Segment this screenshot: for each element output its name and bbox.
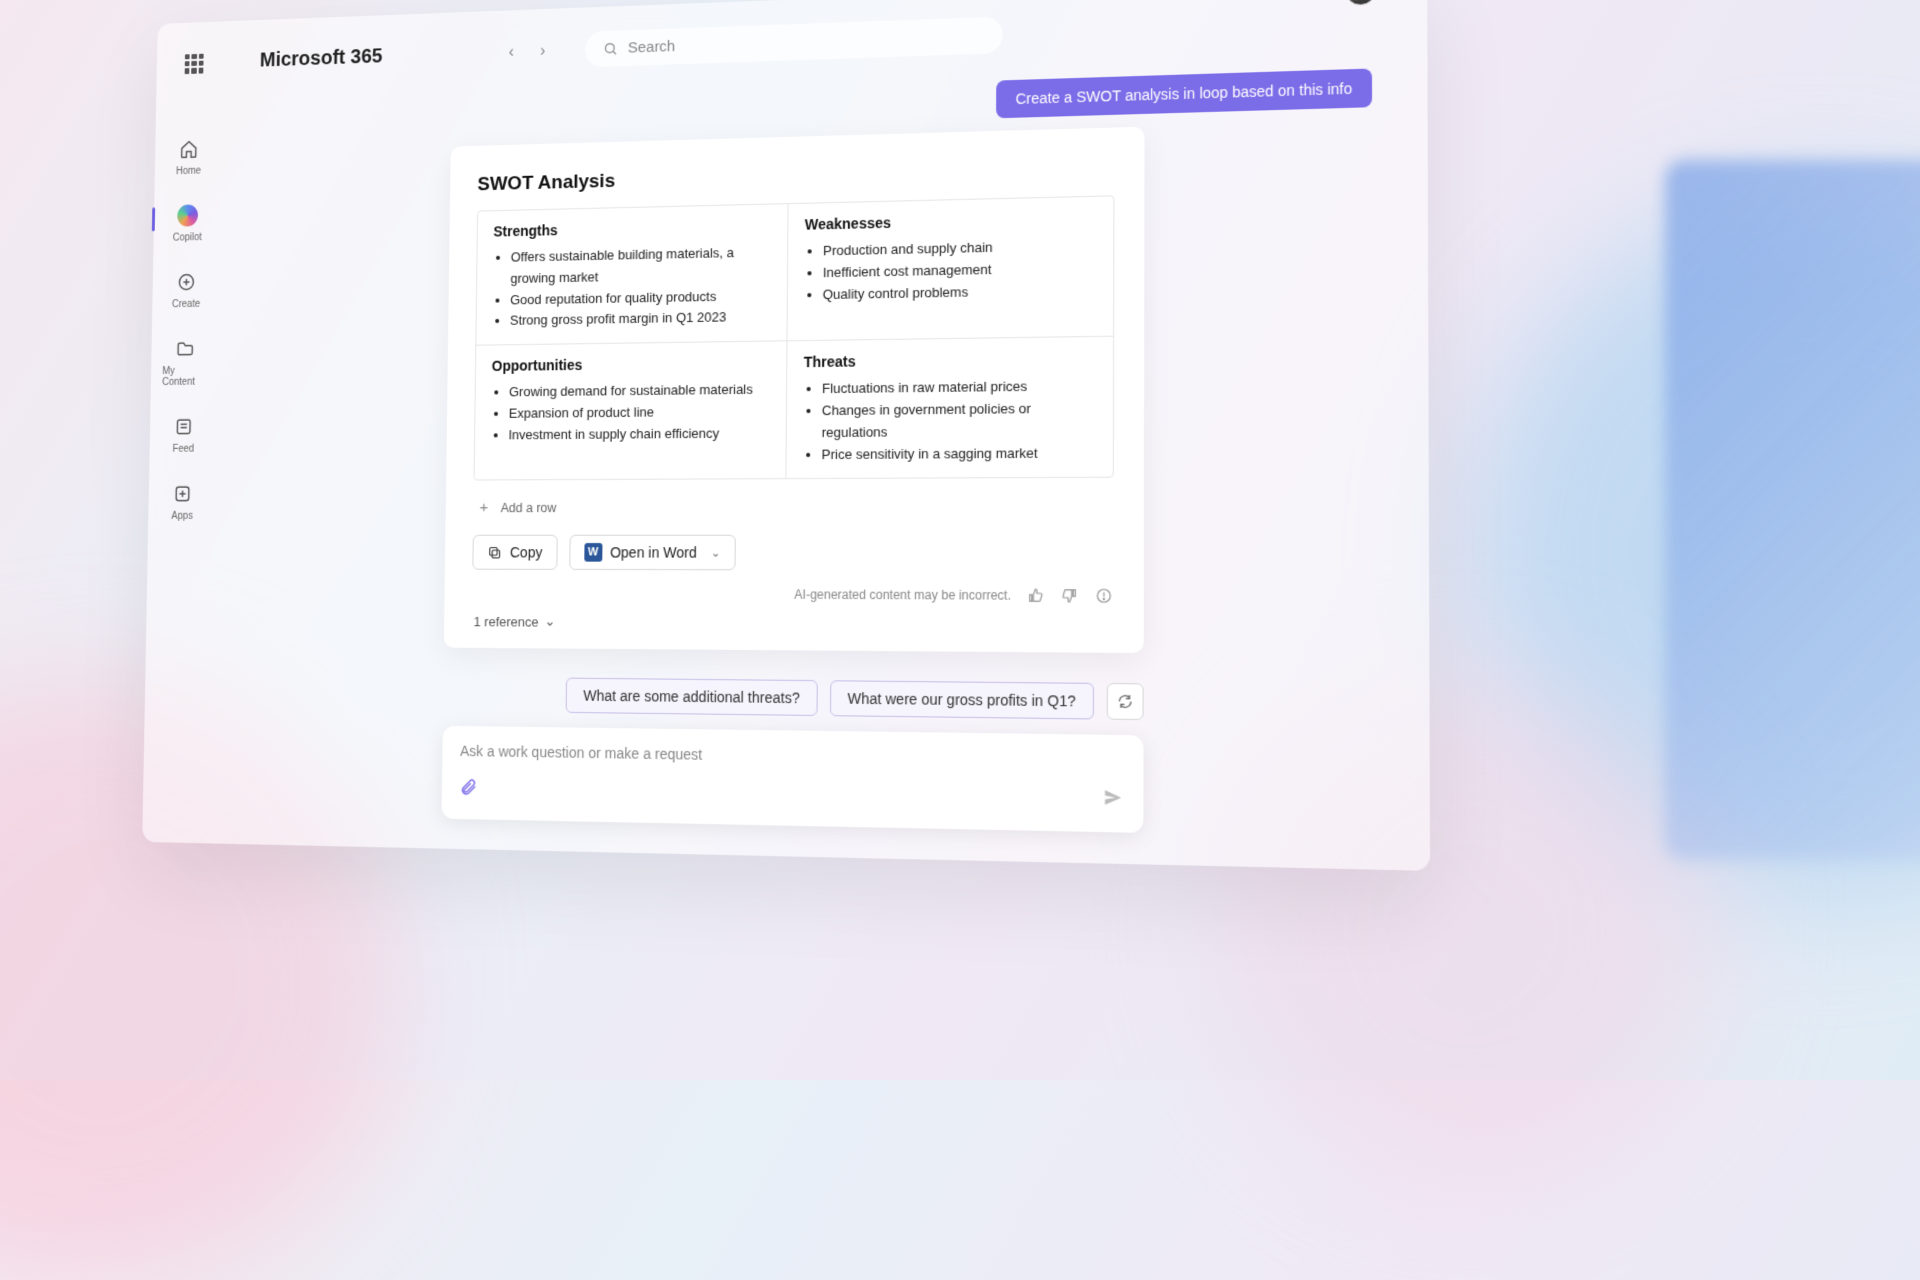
- sidebar-item-label: My Content: [162, 366, 207, 389]
- sidebar-item-copilot[interactable]: Copilot: [165, 202, 211, 244]
- apps-icon: [170, 481, 195, 507]
- list-item: Investment in supply chain efficiency: [508, 423, 769, 446]
- user-prompt-bubble: Create a SWOT analysis in loop based on …: [997, 68, 1373, 118]
- copy-icon: [487, 545, 502, 560]
- copy-label: Copy: [510, 544, 543, 561]
- app-launcher-icon[interactable]: [185, 53, 204, 73]
- swot-heading: Strengths: [493, 217, 771, 240]
- swot-heading: Opportunities: [492, 354, 770, 374]
- back-button[interactable]: ‹: [498, 39, 524, 66]
- add-row-button[interactable]: + Add a row: [473, 489, 1114, 525]
- brand-label: Microsoft 365: [260, 45, 383, 72]
- list-item: Expansion of product line: [509, 401, 770, 425]
- prompt-placeholder: Ask a work question or make a request: [460, 743, 1124, 770]
- suggestion-chip[interactable]: What are some additional threats?: [566, 678, 817, 716]
- swot-table: Strengths Offers sustainable building ma…: [474, 195, 1115, 481]
- more-icon[interactable]: ⋯: [1308, 0, 1330, 4]
- sidebar-item-label: Feed: [173, 444, 195, 455]
- chevron-down-icon: ⌄: [544, 614, 555, 631]
- swot-list-threats: Fluctuations in raw material pricesChang…: [803, 376, 1096, 466]
- chevron-down-icon: ⌄: [711, 546, 720, 560]
- nav-arrows: ‹ ›: [498, 37, 555, 65]
- list-item: Growing demand for sustainable materials: [509, 379, 770, 403]
- swot-list-opportunities: Growing demand for sustainable materials…: [491, 379, 770, 446]
- thumbs-up-icon[interactable]: [1026, 586, 1045, 605]
- sidebar-item-feed[interactable]: Feed: [161, 414, 207, 455]
- swot-cell-weaknesses: Weaknesses Production and supply chainIn…: [787, 196, 1113, 341]
- plus-circle-icon: [174, 269, 199, 295]
- search-placeholder: Search: [628, 38, 676, 57]
- attach-icon[interactable]: [459, 778, 477, 802]
- swot-cell-strengths: Strengths Offers sustainable building ma…: [476, 204, 788, 346]
- sidebar-item-create[interactable]: Create: [163, 269, 209, 311]
- main-content: Create a SWOT analysis in loop based on …: [210, 47, 1430, 871]
- swot-list-strengths: Offers sustainable building materials, a…: [492, 242, 771, 333]
- copilot-icon: [175, 202, 200, 228]
- report-icon[interactable]: [1094, 586, 1113, 605]
- list-item: Strong gross profit margin in Q1 2023: [510, 307, 771, 333]
- copy-button[interactable]: Copy: [472, 535, 557, 570]
- list-item: Offers sustainable building materials, a…: [510, 242, 771, 290]
- list-item: Fluctuations in raw material prices: [822, 376, 1096, 401]
- list-item: Price sensitivity in a sagging market: [821, 442, 1095, 466]
- thumbs-down-icon[interactable]: [1060, 586, 1079, 605]
- swot-cell-threats: Threats Fluctuations in raw material pri…: [786, 337, 1113, 479]
- swot-list-weaknesses: Production and supply chainInefficient c…: [804, 235, 1096, 306]
- response-card: SWOT Analysis Strengths Offers sustainab…: [444, 127, 1145, 654]
- sidebar-item-home[interactable]: Home: [166, 136, 212, 178]
- word-icon: W: [584, 543, 602, 562]
- list-item: Changes in government policies or regula…: [822, 398, 1096, 444]
- sidebar-item-label: Copilot: [173, 232, 202, 244]
- refresh-icon: [1117, 693, 1134, 710]
- send-icon[interactable]: [1102, 787, 1124, 816]
- feed-icon: [171, 414, 196, 440]
- refresh-suggestions-button[interactable]: [1107, 683, 1144, 720]
- swot-cell-opportunities: Opportunities Growing demand for sustain…: [475, 342, 788, 480]
- suggestion-row: What are some additional threats? What w…: [443, 677, 1144, 721]
- avatar[interactable]: [1345, 0, 1376, 6]
- suggestion-chip[interactable]: What were our gross profits in Q1?: [830, 681, 1094, 720]
- sidebar-item-mycontent[interactable]: My Content: [162, 336, 208, 388]
- home-icon: [176, 136, 201, 162]
- open-in-word-label: Open in Word: [610, 544, 697, 561]
- swot-heading: Threats: [804, 350, 1096, 371]
- app-window: ⋯ — ▢ ✕ Microsoft 365 ‹ › Search: [142, 0, 1430, 871]
- list-item: Quality control problems: [823, 279, 1096, 306]
- open-in-word-button[interactable]: W Open in Word ⌄: [569, 535, 736, 571]
- search-input[interactable]: Search: [585, 17, 1003, 68]
- references-toggle[interactable]: 1 reference ⌄: [474, 613, 1114, 634]
- sidebar-item-apps[interactable]: Apps: [159, 481, 205, 522]
- prompt-input[interactable]: Ask a work question or make a request: [441, 726, 1143, 833]
- response-footer: AI-generated content may be incorrect.: [472, 584, 1114, 605]
- plus-icon: +: [477, 499, 491, 516]
- sidebar-item-label: Apps: [171, 511, 193, 522]
- forward-button[interactable]: ›: [530, 37, 556, 64]
- add-row-label: Add a row: [501, 501, 557, 516]
- ai-disclaimer: AI-generated content may be incorrect.: [794, 588, 1011, 604]
- response-actions: Copy W Open in Word ⌄: [472, 535, 1113, 572]
- sidebar-item-label: Home: [176, 166, 201, 178]
- folder-icon: [173, 336, 198, 362]
- response-title: SWOT Analysis: [477, 157, 1114, 196]
- references-label: 1 reference: [474, 614, 539, 630]
- sidebar-item-label: Create: [172, 299, 200, 310]
- search-icon: [603, 41, 618, 57]
- swot-heading: Weaknesses: [805, 210, 1097, 233]
